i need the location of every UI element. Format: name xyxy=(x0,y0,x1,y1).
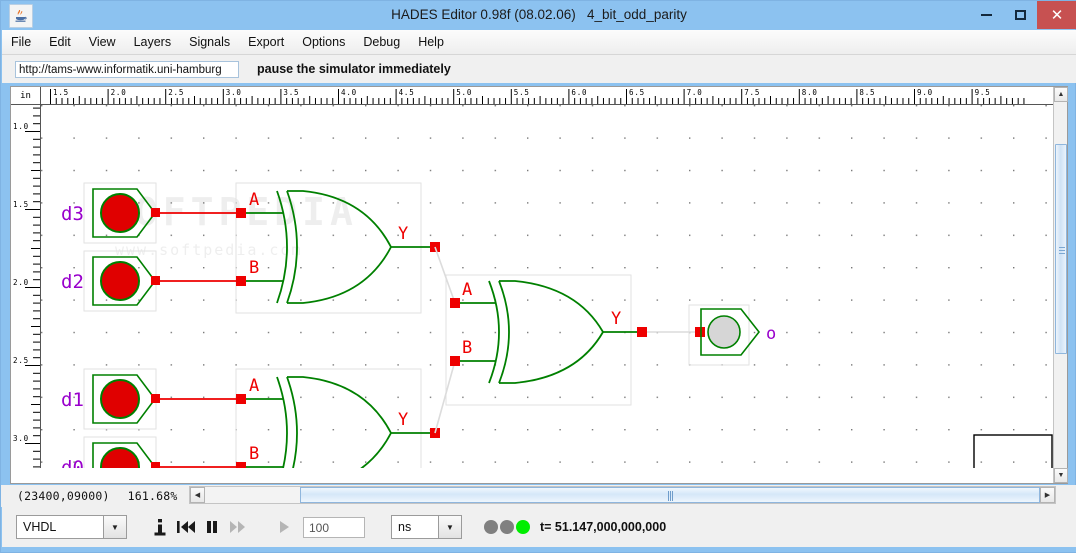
svg-text:d0: d0 xyxy=(61,457,84,468)
menu-bar: File Edit View Layers Signals Export Opt… xyxy=(2,30,1076,55)
cursor-coordinates: (23400,09000) xyxy=(17,489,110,503)
language-select-value: VHDL xyxy=(17,516,103,538)
title-bar: HADES Editor 0.98f (08.02.06) 4_bit_odd_… xyxy=(1,1,1076,29)
maximize-icon xyxy=(1014,10,1026,20)
led-2 xyxy=(500,520,514,534)
scroll-up-button[interactable]: ▲ xyxy=(1054,87,1068,102)
menu-view[interactable]: View xyxy=(80,33,125,51)
svg-text:1.5: 1.5 xyxy=(53,88,69,97)
svg-text:1.0: 1.0 xyxy=(13,122,29,131)
svg-text:d2: d2 xyxy=(61,271,84,293)
chevron-down-icon[interactable]: ▼ xyxy=(103,516,126,538)
menu-file[interactable]: File xyxy=(2,33,40,51)
close-icon: ✕ xyxy=(1050,7,1064,24)
led-3 xyxy=(516,520,530,534)
info-button[interactable] xyxy=(147,514,173,540)
editor-panel: in 1.5 2.0 2.5 3.0 3.5 4.0 4.5 5.0 5.5 6.0 6.5 7.0 7… xyxy=(10,86,1068,484)
chevron-down-icon-unit[interactable]: ▼ xyxy=(438,516,461,538)
svg-text:o: o xyxy=(766,324,776,344)
svg-text:3.0: 3.0 xyxy=(13,434,29,443)
svg-text:4.5: 4.5 xyxy=(399,88,415,97)
pin-label-a2: A xyxy=(249,376,259,396)
menu-debug[interactable]: Debug xyxy=(354,33,409,51)
close-button[interactable]: ✕ xyxy=(1037,1,1076,29)
hades-editor-window: HADES Editor 0.98f (08.02.06) 4_bit_odd_… xyxy=(0,0,1076,553)
svg-text:1.5: 1.5 xyxy=(13,200,29,209)
window-title: HADES Editor 0.98f (08.02.06) 4_bit_odd_… xyxy=(391,7,687,22)
svg-text:2.5: 2.5 xyxy=(13,356,29,365)
svg-text:3.5: 3.5 xyxy=(283,88,299,97)
svg-text:6.0: 6.0 xyxy=(571,88,587,97)
svg-text:7.5: 7.5 xyxy=(744,88,760,97)
svg-text:2.0: 2.0 xyxy=(111,88,127,97)
step-size-input[interactable]: 100 xyxy=(303,516,365,538)
pin-label-b1: B xyxy=(249,258,259,278)
svg-text:2.0: 2.0 xyxy=(13,278,29,287)
svg-text:3.0: 3.0 xyxy=(226,88,242,97)
status-hint-text: pause the simulator immediately xyxy=(257,62,451,76)
svg-text:8.5: 8.5 xyxy=(859,88,875,97)
svg-text:5.5: 5.5 xyxy=(514,88,530,97)
svg-text:7.0: 7.0 xyxy=(687,88,703,97)
horizontal-ruler: 1.5 2.0 2.5 3.0 3.5 4.0 4.5 5.0 5.5 6.0 6.5 7.0 7.5 8… xyxy=(41,87,1055,105)
ruler-unit-label: in xyxy=(11,87,41,105)
language-select[interactable]: VHDL ▼ xyxy=(16,515,127,539)
svg-text:5.0: 5.0 xyxy=(456,88,472,97)
svg-text:6.5: 6.5 xyxy=(629,88,645,97)
url-input[interactable]: http://tams-www.informatik.uni-hamburg xyxy=(15,60,239,78)
canvas-horizontal-scrollbar[interactable]: ◀ ▶ xyxy=(189,486,1056,504)
pin-label-y2: Y xyxy=(398,410,408,430)
canvas-vertical-scrollbar[interactable]: ▲ ▼ xyxy=(1053,87,1068,483)
time-unit-value: ns xyxy=(392,516,438,538)
minimize-button[interactable] xyxy=(969,1,1003,29)
horizontal-scroll-thumb[interactable] xyxy=(300,487,1040,503)
zoom-level: 161.68% xyxy=(127,489,178,503)
scroll-down-button[interactable]: ▼ xyxy=(1054,468,1068,483)
menu-edit[interactable]: Edit xyxy=(40,33,80,51)
pin-label-b3: B xyxy=(462,338,472,358)
led-1 xyxy=(484,520,498,534)
svg-text:d3: d3 xyxy=(61,203,84,225)
schematic-canvas[interactable]: SOFTPEDIA www.softpedia.com d3 d2 d1 d0 … xyxy=(41,105,1055,468)
simulation-toolbar: VHDL ▼ 100 ns ▼ t= 51.147,000,000,000 xyxy=(2,507,1076,547)
hint-bar: http://tams-www.informatik.uni-hamburg p… xyxy=(2,55,1076,83)
svg-text:d1: d1 xyxy=(61,389,84,411)
pin-label-a3: A xyxy=(462,280,472,300)
window-bottom-edge xyxy=(2,547,1076,552)
svg-text:9.0: 9.0 xyxy=(917,88,933,97)
rewind-button[interactable] xyxy=(173,514,199,540)
menu-signals[interactable]: Signals xyxy=(180,33,239,51)
horizontal-scroll-track[interactable] xyxy=(205,487,1040,503)
menu-layers[interactable]: Layers xyxy=(125,33,181,51)
menu-options[interactable]: Options xyxy=(293,33,354,51)
simulation-time: t= 51.147,000,000,000 xyxy=(540,520,667,534)
simulator-status-leds xyxy=(484,520,530,534)
svg-text:8.0: 8.0 xyxy=(802,88,818,97)
play-button[interactable] xyxy=(271,514,297,540)
svg-text:9.5: 9.5 xyxy=(975,88,991,97)
fast-forward-button[interactable] xyxy=(225,514,251,540)
scroll-left-button[interactable]: ◀ xyxy=(190,487,205,503)
pause-button[interactable] xyxy=(199,514,225,540)
pin-label-y1: Y xyxy=(398,224,408,244)
svg-text:4.0: 4.0 xyxy=(341,88,357,97)
pin-label-y3: Y xyxy=(611,309,621,329)
minimize-icon xyxy=(980,14,992,16)
maximize-button[interactable] xyxy=(1003,1,1037,29)
pin-label-a1: A xyxy=(249,190,259,210)
time-unit-select[interactable]: ns ▼ xyxy=(391,515,462,539)
menu-export[interactable]: Export xyxy=(239,33,293,51)
vertical-scroll-thumb[interactable] xyxy=(1055,144,1067,354)
menu-help[interactable]: Help xyxy=(409,33,453,51)
scroll-right-button[interactable]: ▶ xyxy=(1040,487,1055,503)
svg-text:www.softpedia.com: www.softpedia.com xyxy=(115,241,303,259)
vertical-ruler: 1.01.52.02.53.03.5 xyxy=(11,105,41,468)
pin-label-b2: B xyxy=(249,444,259,464)
svg-text:2.5: 2.5 xyxy=(168,88,184,97)
